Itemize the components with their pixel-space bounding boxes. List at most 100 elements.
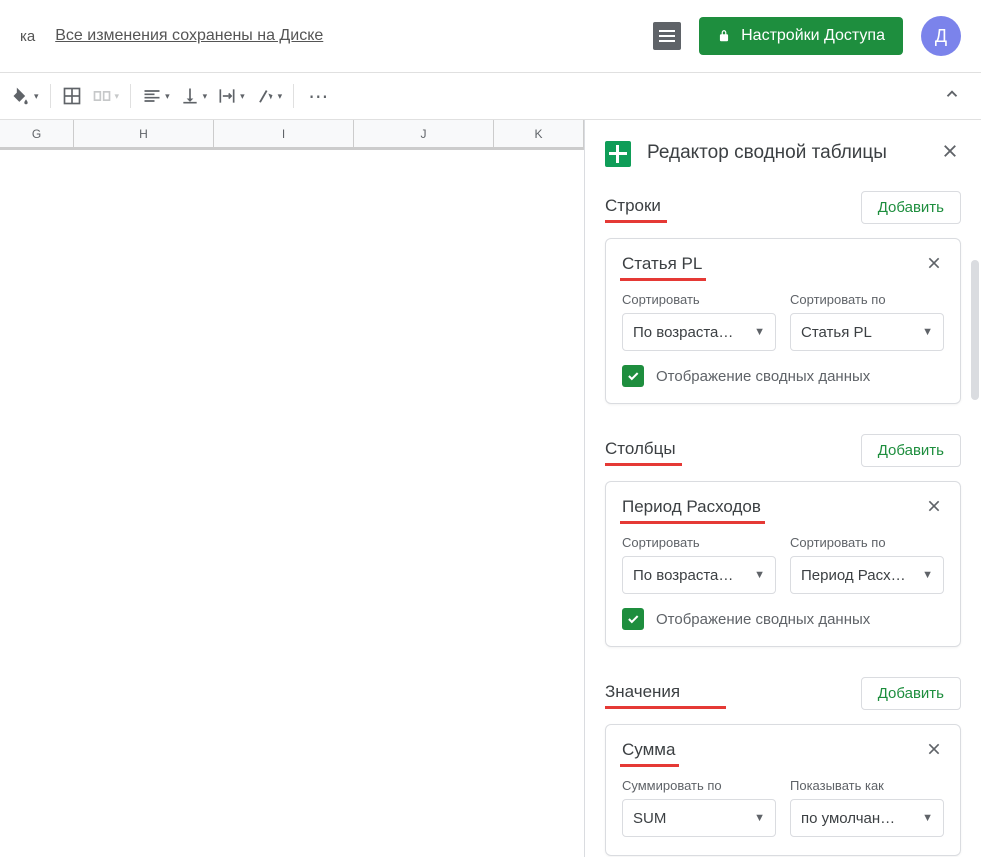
comments-icon[interactable]	[653, 22, 681, 50]
sort-order-select[interactable]: По возраста… ▼	[622, 313, 776, 351]
content-area: G H I J K Редактор сводной таблицы Строк…	[0, 120, 981, 857]
v-align-tool[interactable]: ▾	[176, 80, 212, 112]
sort-value: По возраста…	[633, 324, 733, 341]
sort-by-select[interactable]: Статья PL ▼	[790, 313, 944, 351]
values-label: Значения	[605, 682, 720, 706]
col-header[interactable]: K	[494, 120, 584, 147]
chevron-down-icon: ▼	[922, 326, 933, 338]
columns-label: Столбцы	[605, 439, 676, 463]
fill-color-tool[interactable]: ▾	[7, 80, 43, 112]
borders-tool[interactable]	[58, 80, 86, 112]
avatar[interactable]: Д	[921, 16, 961, 56]
share-label: Настройки Доступа	[741, 27, 885, 45]
remove-values-card[interactable]	[924, 739, 944, 764]
col-header[interactable]: J	[354, 120, 494, 147]
align-left-icon	[142, 86, 162, 106]
add-columns-button[interactable]: Добавить	[861, 434, 961, 467]
close-icon	[926, 255, 942, 271]
more-tools[interactable]: ⋯	[300, 84, 338, 109]
show-totals-checkbox[interactable]	[622, 365, 644, 387]
chevron-down-icon: ▼	[754, 326, 765, 338]
rotate-tool[interactable]: ▾	[251, 80, 287, 112]
dropdown-icon: ▾	[115, 91, 120, 102]
sheet-area[interactable]: G H I J K	[0, 120, 585, 857]
rows-card: Статья PL Сортировать По возраста… ▼	[605, 238, 961, 404]
lock-icon	[717, 29, 731, 43]
show-as-select[interactable]: по умолчан… ▼	[790, 799, 944, 837]
rows-card-title: Статья PL	[622, 254, 702, 277]
chevron-down-icon: ▼	[922, 569, 933, 581]
showas-label: Показывать как	[790, 778, 944, 793]
sort-value: По возраста…	[633, 567, 733, 584]
separator	[50, 84, 51, 108]
borders-icon	[62, 86, 82, 106]
close-icon	[941, 142, 959, 160]
saved-status-link[interactable]: Все изменения сохранены на Диске	[55, 27, 323, 45]
pivot-table-icon	[605, 141, 631, 167]
show-totals-label: Отображение сводных данных	[656, 611, 870, 628]
column-headers: G H I J K	[0, 120, 584, 148]
rows-label: Строки	[605, 196, 661, 220]
col-header[interactable]: G	[0, 120, 74, 147]
merge-icon	[92, 86, 112, 106]
close-icon	[926, 498, 942, 514]
sortby-label: Сортировать по	[790, 535, 944, 550]
close-icon	[926, 741, 942, 757]
separator	[293, 84, 294, 108]
show-totals-label: Отображение сводных данных	[656, 368, 870, 385]
remove-columns-card[interactable]	[924, 496, 944, 521]
rotate-icon	[255, 86, 275, 106]
dropdown-icon: ▾	[203, 91, 208, 102]
h-align-tool[interactable]: ▾	[138, 80, 174, 112]
chevron-down-icon: ▼	[754, 812, 765, 824]
close-panel-button[interactable]	[937, 138, 963, 169]
col-header[interactable]: I	[214, 120, 354, 147]
values-section: Значения Добавить Сумма Суммировать по S…	[585, 673, 981, 857]
dropdown-icon: ▾	[278, 91, 283, 102]
columns-card-title: Период Расходов	[622, 497, 761, 520]
sheet-body[interactable]	[0, 148, 584, 150]
toolbar: ▾ ▾ ▾ ▾ ▾ ▾ ⋯	[0, 72, 981, 120]
v-align-icon	[180, 86, 200, 106]
share-button[interactable]: Настройки Доступа	[699, 17, 903, 55]
summarize-by-select[interactable]: SUM ▼	[622, 799, 776, 837]
sortby-value: Статья PL	[801, 324, 872, 341]
merge-tool: ▾	[88, 80, 124, 112]
columns-card: Период Расходов Сортировать По возраста……	[605, 481, 961, 647]
values-card-title: Сумма	[622, 740, 675, 763]
sortby-label: Сортировать по	[790, 292, 944, 307]
chevron-down-icon: ▼	[922, 812, 933, 824]
add-rows-button[interactable]: Добавить	[861, 191, 961, 224]
scrollbar-thumb[interactable]	[971, 260, 979, 400]
header-label-fragment: ка	[20, 28, 35, 45]
values-card: Сумма Суммировать по SUM ▼ Показыват	[605, 724, 961, 856]
header-left: ка Все изменения сохранены на Диске	[20, 27, 635, 45]
sumby-value: SUM	[633, 810, 666, 827]
columns-section: Столбцы Добавить Период Расходов Сортиро…	[585, 430, 981, 673]
show-totals-checkbox[interactable]	[622, 608, 644, 630]
sortby-value: Период Расх…	[801, 567, 906, 584]
remove-rows-card[interactable]	[924, 253, 944, 278]
paint-bucket-icon	[11, 86, 31, 106]
sort-by-select[interactable]: Период Расх… ▼	[790, 556, 944, 594]
app-header: ка Все изменения сохранены на Диске Наст…	[0, 0, 981, 72]
separator	[130, 84, 131, 108]
pivot-editor-panel: Редактор сводной таблицы Строки Добавить…	[585, 120, 981, 857]
sumby-label: Суммировать по	[622, 778, 776, 793]
check-icon	[626, 612, 640, 626]
panel-title: Редактор сводной таблицы	[647, 141, 921, 166]
wrap-icon	[217, 86, 237, 106]
col-header[interactable]: H	[74, 120, 214, 147]
sort-label: Сортировать	[622, 535, 776, 550]
sort-order-select[interactable]: По возраста… ▼	[622, 556, 776, 594]
dropdown-icon: ▾	[34, 91, 39, 102]
chevron-up-icon	[943, 85, 961, 103]
rows-section: Строки Добавить Статья PL Сортировать По…	[585, 187, 981, 430]
collapse-toolbar[interactable]	[929, 79, 975, 114]
check-icon	[626, 369, 640, 383]
add-values-button[interactable]: Добавить	[861, 677, 961, 710]
dropdown-icon: ▾	[240, 91, 245, 102]
chevron-down-icon: ▼	[754, 569, 765, 581]
dropdown-icon: ▾	[165, 91, 170, 102]
wrap-tool[interactable]: ▾	[213, 80, 249, 112]
